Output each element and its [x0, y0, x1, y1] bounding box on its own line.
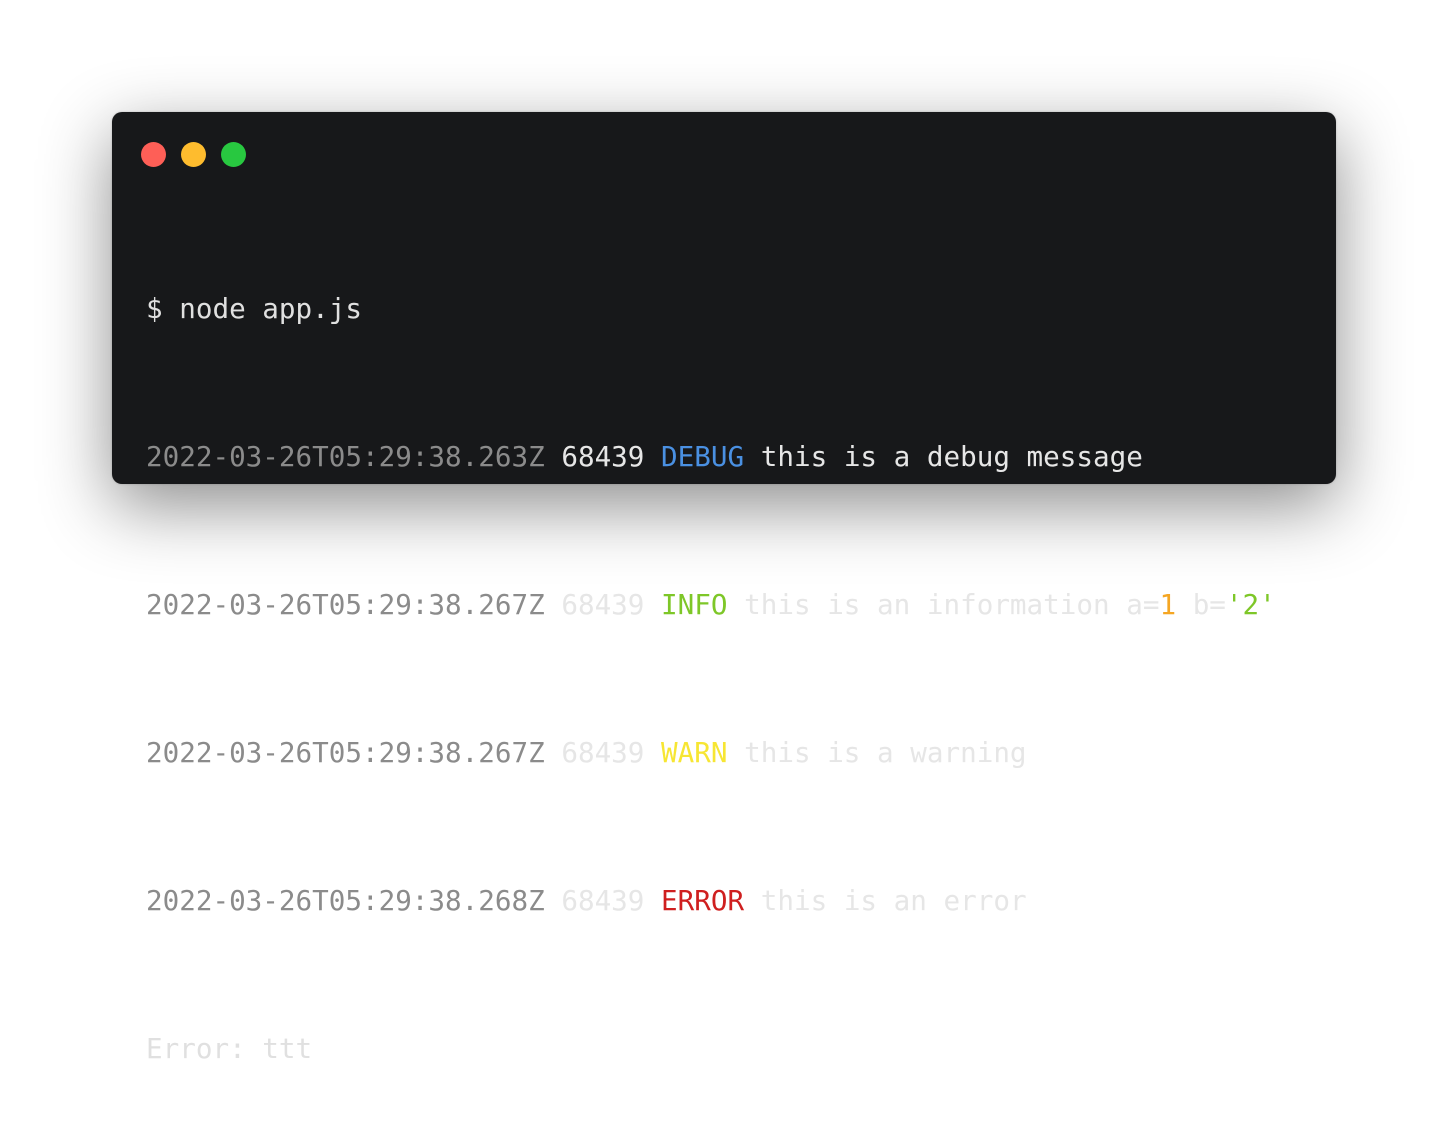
terminal-output[interactable]: $ node app.js 2022-03-26T05:29:38.263Z 6… — [146, 216, 1276, 1141]
log-timestamp: 2022-03-26T05:29:38.267Z — [146, 588, 545, 621]
log-timestamp: 2022-03-26T05:29:38.267Z — [146, 736, 545, 769]
terminal-window: $ node app.js 2022-03-26T05:29:38.263Z 6… — [112, 112, 1336, 1065]
log-line-debug: 2022-03-26T05:29:38.263Z 68439 DEBUG thi… — [146, 438, 1276, 475]
log-pid: 68439 — [561, 884, 645, 917]
minimize-button[interactable] — [181, 142, 206, 167]
log-message: this is an information a= — [744, 588, 1160, 621]
window-controls — [141, 142, 246, 167]
error-output-line: Error: ttt — [146, 1032, 313, 1065]
log-line-error: 2022-03-26T05:29:38.268Z 68439 ERROR thi… — [146, 882, 1276, 919]
log-message-part: b= — [1176, 588, 1226, 621]
log-string-value: '2' — [1225, 588, 1276, 621]
log-timestamp: 2022-03-26T05:29:38.263Z — [146, 440, 545, 473]
log-level-debug: DEBUG — [661, 440, 745, 473]
log-level-error: ERROR — [661, 884, 745, 917]
log-message: this is a debug message — [760, 440, 1143, 473]
log-message: this is a warning — [744, 736, 1027, 769]
log-timestamp: 2022-03-26T05:29:38.268Z — [146, 884, 545, 917]
log-pid: 68439 — [561, 588, 645, 621]
log-level-warn: WARN — [661, 736, 728, 769]
log-message: this is an error — [760, 884, 1027, 917]
log-level-info: INFO — [661, 588, 728, 621]
log-number-value: 1 — [1159, 588, 1177, 621]
log-pid: 68439 — [561, 736, 645, 769]
zoom-button[interactable] — [221, 142, 246, 167]
log-line-info: 2022-03-26T05:29:38.267Z 68439 INFO this… — [146, 586, 1276, 623]
close-button[interactable] — [141, 142, 166, 167]
log-pid: 68439 — [561, 440, 645, 473]
log-line-warn: 2022-03-26T05:29:38.267Z 68439 WARN this… — [146, 734, 1276, 771]
command-line: $ node app.js — [146, 292, 362, 325]
